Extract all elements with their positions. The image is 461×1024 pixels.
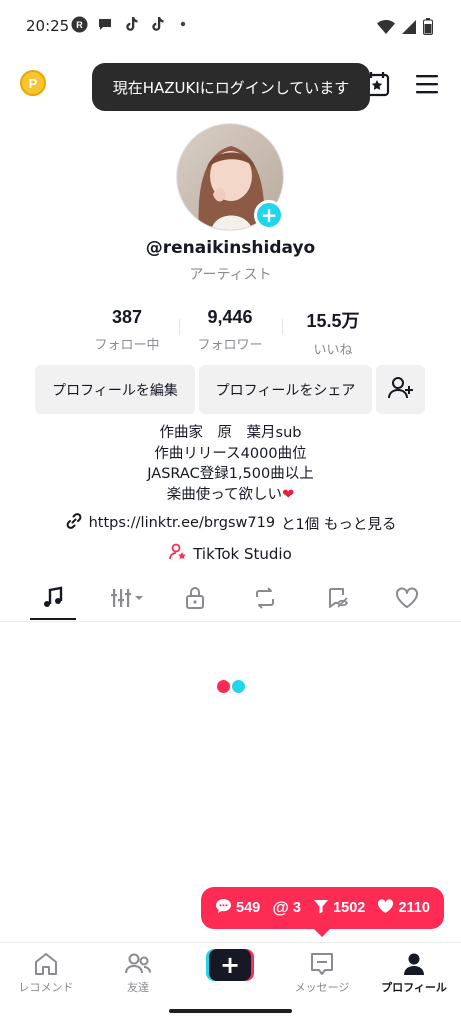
likes-count: 15.5万 xyxy=(306,311,360,331)
heart-filled-icon xyxy=(377,898,394,918)
repost-icon xyxy=(253,586,277,614)
profile-person-icon xyxy=(369,949,459,979)
likes-notif-value: 2110 xyxy=(398,900,430,916)
bottom-nav: レコメンド 友達 + メッセージ プロフィール xyxy=(0,942,461,1002)
home-icon xyxy=(1,949,91,979)
likes-notif-count: 2110 xyxy=(377,898,430,918)
tiktok-studio-label: TikTok Studio xyxy=(193,545,292,563)
mentions-count-value: 3 xyxy=(292,900,301,916)
more-notifications-dot-icon xyxy=(174,15,192,33)
status-notification-icons: R xyxy=(70,15,192,33)
playlist-icon xyxy=(110,587,146,613)
tab-liked[interactable] xyxy=(383,578,431,622)
comments-count-value: 549 xyxy=(236,900,261,916)
tagged-hidden-icon xyxy=(326,586,350,614)
at-icon: @ xyxy=(272,898,289,917)
status-time: 20:25 xyxy=(26,17,70,35)
nav-inbox-label: メッセージ xyxy=(294,981,350,994)
tab-music[interactable] xyxy=(29,578,77,622)
hamburger-menu-icon[interactable] xyxy=(415,73,439,95)
music-note-icon xyxy=(41,586,65,614)
nav-profile-label: プロフィール xyxy=(381,981,447,994)
link-more[interactable]: と1個 もっと見る xyxy=(281,513,396,534)
share-profile-button[interactable]: プロフィールをシェア xyxy=(199,365,372,414)
tiktok-icon xyxy=(148,15,166,33)
home-indicator[interactable] xyxy=(169,1009,292,1013)
tab-reposts[interactable] xyxy=(241,578,289,622)
bubble-tail xyxy=(313,928,331,937)
lock-icon xyxy=(184,586,206,614)
tab-playlists[interactable] xyxy=(104,578,152,622)
bio-line: JASRAC登録1,500曲以上 xyxy=(147,466,314,482)
loading-dot-cyan xyxy=(232,680,245,693)
bio-line: 作曲リリース4000曲位 xyxy=(154,445,307,462)
profile-stats: 387 フォロー中 9,446 フォロワー 15.5万 いいね xyxy=(0,307,461,358)
edit-profile-button[interactable]: プロフィールを編集 xyxy=(35,365,195,414)
followers-label: フォロワー xyxy=(197,338,263,353)
svg-text:R: R xyxy=(76,20,83,30)
status-system-icons xyxy=(377,18,433,39)
comments-count: 549 xyxy=(215,898,260,918)
followers-count: 9,446 xyxy=(207,307,253,327)
nav-friends-label: 友達 xyxy=(127,981,149,994)
creator-star-icon xyxy=(169,543,187,565)
add-person-icon xyxy=(387,376,414,404)
mentions-count: @ 3 xyxy=(272,898,301,918)
loading-indicator xyxy=(217,680,245,693)
followers-notif-count: 1502 xyxy=(313,898,365,918)
heart-outline-icon xyxy=(395,587,419,613)
tiktok-icon xyxy=(122,15,140,33)
create-button[interactable]: + xyxy=(206,949,254,981)
content-tabs xyxy=(0,578,461,622)
bio-line: 作曲家 原 葉月sub xyxy=(159,425,302,441)
following-stat[interactable]: 387 フォロー中 xyxy=(77,307,177,353)
activity-notification-bubble[interactable]: 549 @ 3 1502 2110 xyxy=(201,887,444,929)
nav-friends[interactable]: 友達 xyxy=(93,949,183,995)
nav-home[interactable]: レコメンド xyxy=(1,949,91,995)
bio-link[interactable]: https://linktr.ee/brgsw719 と1個 もっと見る xyxy=(0,512,461,534)
username: @renaikinshidayo xyxy=(145,238,316,258)
likes-label: いいね xyxy=(313,343,353,358)
tab-tagged[interactable] xyxy=(314,578,362,622)
profile-bio: 作曲家 原 葉月sub 作曲リリース4000曲位 JASRAC登録1,500曲以… xyxy=(0,423,461,505)
following-label: フォロー中 xyxy=(94,338,160,353)
comment-icon xyxy=(215,898,232,918)
chat-bubble-icon xyxy=(96,15,114,33)
link-icon xyxy=(65,512,83,534)
login-toast: 現在HAZUKIにログインしています xyxy=(92,63,370,111)
coin-icon[interactable]: P xyxy=(20,70,46,96)
rakuten-icon: R xyxy=(70,15,88,33)
bio-line: 楽曲使って欲しい❤ xyxy=(0,485,461,506)
bio-line-text: 楽曲使って欲しい xyxy=(166,486,283,503)
add-friends-button[interactable] xyxy=(376,365,425,414)
profile-category: アーティスト xyxy=(189,267,272,283)
plus-icon: + xyxy=(260,203,278,227)
link-url[interactable]: https://linktr.ee/brgsw719 xyxy=(89,515,275,531)
add-story-button[interactable]: + xyxy=(254,200,284,230)
loading-dot-red xyxy=(217,680,230,693)
create-plus-icon: + xyxy=(219,951,241,979)
cell-signal-icon xyxy=(401,19,417,39)
nav-profile[interactable]: プロフィール xyxy=(369,949,459,995)
wifi-icon xyxy=(377,19,395,39)
friends-icon xyxy=(93,949,183,979)
nav-inbox[interactable]: メッセージ xyxy=(277,949,367,995)
nav-home-label: レコメンド xyxy=(18,981,74,994)
following-count: 387 xyxy=(111,307,143,327)
tiktok-studio-link[interactable]: TikTok Studio xyxy=(0,543,461,565)
status-bar: 20:25 R xyxy=(0,0,461,52)
followers-stat[interactable]: 9,446 フォロワー xyxy=(180,307,280,353)
active-tab-indicator xyxy=(30,618,76,620)
red-heart-emoji: ❤ xyxy=(282,486,295,503)
followers-notif-value: 1502 xyxy=(333,900,366,916)
battery-icon xyxy=(423,18,433,39)
tab-private[interactable] xyxy=(171,578,219,622)
likes-stat[interactable]: 15.5万 いいね xyxy=(283,307,383,358)
inbox-message-icon xyxy=(277,949,367,979)
filter-funnel-icon xyxy=(313,898,329,918)
